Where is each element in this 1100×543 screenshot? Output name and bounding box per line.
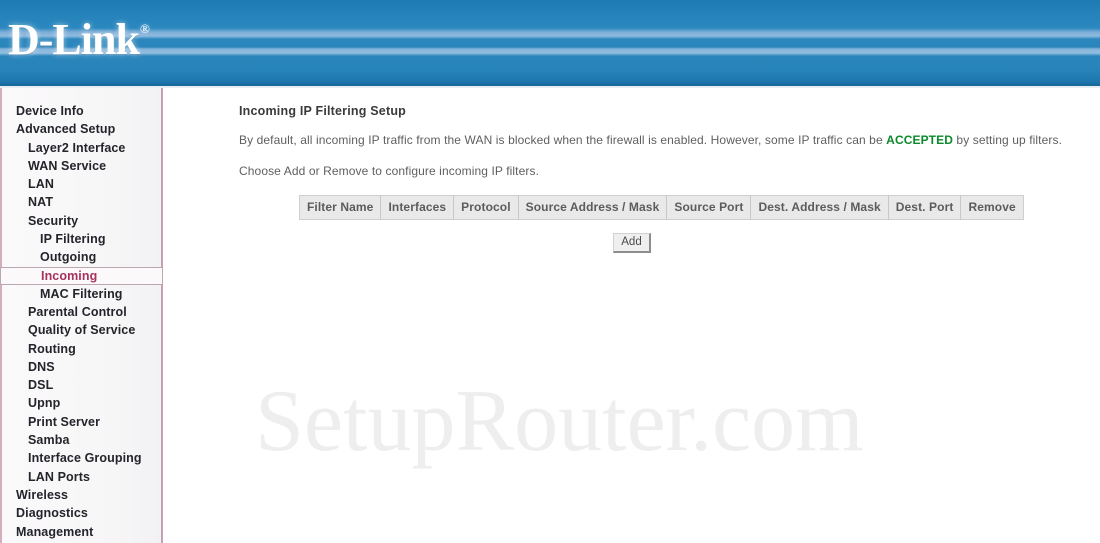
sidebar-item-nat[interactable]: NAT xyxy=(2,193,161,211)
column-header-remove: Remove xyxy=(960,195,1024,220)
content-inner: Incoming IP Filtering Setup By default, … xyxy=(163,88,1100,253)
site-watermark: SetupRouter.com xyxy=(255,373,864,470)
sidebar-item-management[interactable]: Management xyxy=(2,523,161,541)
page-title: Incoming IP Filtering Setup xyxy=(239,104,406,118)
sidebar-item-interface-grouping[interactable]: Interface Grouping xyxy=(2,449,161,467)
main-content: SetupRouter.com Incoming IP Filtering Se… xyxy=(163,88,1100,543)
instruction-text: Choose Add or Remove to configure incomi… xyxy=(239,164,539,178)
table-header: Filter Name Interfaces Protocol Source Addr… xyxy=(299,195,1024,220)
sidebar-item-upnp[interactable]: Upnp xyxy=(2,394,161,412)
column-header-dest-address-mask: Dest. Address / Mask xyxy=(750,195,889,220)
nav-list: Device Info Advanced Setup Layer2 Interfac… xyxy=(0,88,163,541)
sidebar-item-wan-service[interactable]: WAN Service xyxy=(2,157,161,175)
sidebar-item-mac-filtering[interactable]: MAC Filtering xyxy=(2,285,161,303)
description-part-one: By default, all incoming IP traffic from… xyxy=(239,133,887,147)
sidebar-item-routing[interactable]: Routing xyxy=(2,340,161,358)
sidebar-item-layer2-interface[interactable]: Layer2 Interface xyxy=(2,139,161,157)
sidebar-item-outgoing[interactable]: Outgoing xyxy=(2,248,161,266)
sidebar-item-security[interactable]: Security xyxy=(2,212,161,230)
registered-trademark-icon: ® xyxy=(139,21,150,36)
sidebar-navigation: Device Info Advanced Setup Layer2 Interfac… xyxy=(0,88,163,543)
column-header-interfaces: Interfaces xyxy=(380,195,455,220)
column-header-protocol: Protocol xyxy=(453,195,519,220)
description-part-two: by setting up filters. xyxy=(952,133,1063,147)
filter-table-zone: Filter Name Interfaces Protocol Source Addr… xyxy=(239,195,1100,220)
column-header-dest-port: Dest. Port xyxy=(887,195,962,220)
sidebar-item-device-info[interactable]: Device Info xyxy=(2,102,161,120)
description-text: By default, all incoming IP traffic from… xyxy=(239,133,1100,147)
table-header-row: Filter Name Interfaces Protocol Source Addr… xyxy=(299,195,1024,220)
sidebar-item-advanced-setup[interactable]: Advanced Setup xyxy=(2,120,161,138)
column-header-source-port: Source Port xyxy=(666,195,752,220)
brand-name: D-Link xyxy=(8,15,140,64)
header-banner: D-Link ® xyxy=(0,0,1100,88)
sidebar-item-print-server[interactable]: Print Server xyxy=(2,413,161,431)
incoming-filter-table: Filter Name Interfaces Protocol Source Addr… xyxy=(299,195,1024,220)
add-button-row: Add xyxy=(239,233,965,253)
accepted-keyword: ACCEPTED xyxy=(886,133,953,147)
column-header-source-address-mask: Source Address / Mask xyxy=(517,195,668,220)
sidebar-item-dsl[interactable]: DSL xyxy=(2,376,161,394)
sidebar-item-lan-ports[interactable]: LAN Ports xyxy=(2,468,161,486)
sidebar-item-diagnostics[interactable]: Diagnostics xyxy=(2,504,161,522)
page-body: Device Info Advanced Setup Layer2 Interfac… xyxy=(0,88,1100,543)
sidebar-item-dns[interactable]: DNS xyxy=(2,358,161,376)
sidebar-item-incoming[interactable]: Incoming xyxy=(0,266,163,285)
sidebar-item-parental-control[interactable]: Parental Control xyxy=(2,303,161,321)
sidebar-item-ip-filtering[interactable]: IP Filtering xyxy=(2,230,161,248)
sidebar-item-samba[interactable]: Samba xyxy=(2,431,161,449)
sidebar-item-lan[interactable]: LAN xyxy=(2,175,161,193)
add-button[interactable]: Add xyxy=(613,233,651,253)
sidebar-item-wireless[interactable]: Wireless xyxy=(2,486,161,504)
sidebar-item-quality-of-service[interactable]: Quality of Service xyxy=(2,321,161,339)
dlink-logo: D-Link ® xyxy=(8,18,150,62)
column-header-filter-name: Filter Name xyxy=(299,195,382,220)
